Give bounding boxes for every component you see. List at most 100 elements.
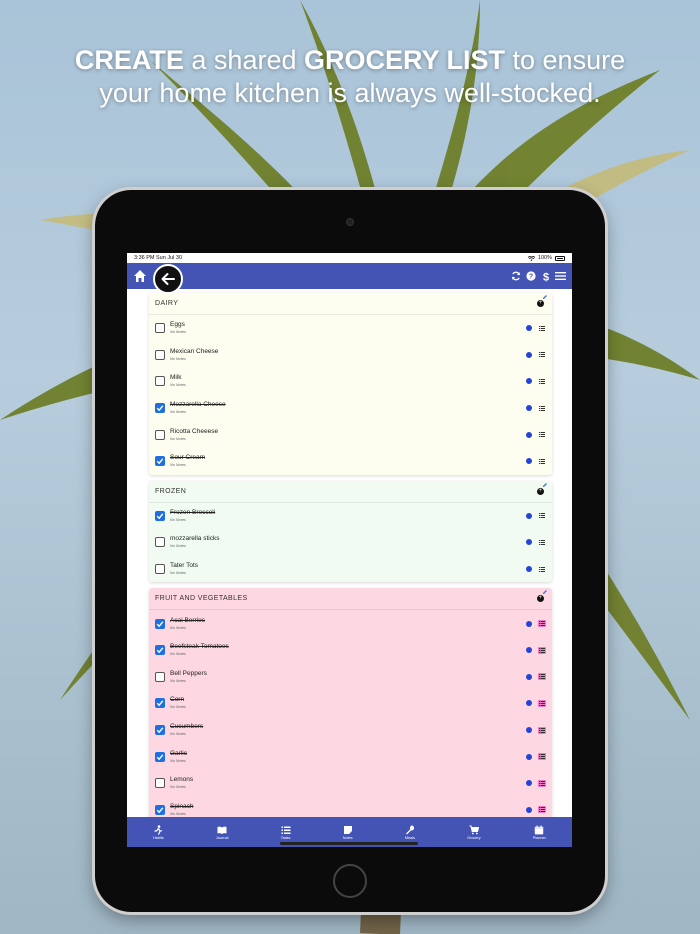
section-frozen: FROZEN + Frozen Broccoli No Notes mozzar…: [149, 480, 552, 583]
list-item[interactable]: Lemons No Notes: [149, 770, 552, 797]
list-item[interactable]: Bell Peppers No Notes: [149, 664, 552, 691]
tab-journal[interactable]: Journal: [216, 825, 228, 840]
item-checkbox[interactable]: [155, 403, 165, 414]
list-item[interactable]: Eggs No Notes: [149, 315, 552, 342]
item-menu-icon[interactable]: [538, 431, 546, 438]
item-checkbox[interactable]: [155, 751, 165, 762]
item-menu-icon[interactable]: [538, 673, 546, 681]
item-menu-icon[interactable]: [538, 378, 546, 385]
info-icon[interactable]: [526, 431, 532, 438]
info-icon[interactable]: [526, 806, 532, 813]
info-icon[interactable]: [526, 727, 532, 734]
tab-tasks[interactable]: Tasks: [281, 825, 291, 840]
item-menu-icon[interactable]: [538, 458, 546, 465]
top-nav-bar: ? $: [127, 263, 572, 294]
item-menu-icon[interactable]: [538, 351, 546, 358]
item-name: Beefsteak Tomatoes: [170, 643, 229, 651]
item-checkbox[interactable]: [155, 618, 165, 629]
item-checkbox[interactable]: [155, 349, 165, 360]
battery-icon: [555, 255, 565, 261]
home-icon[interactable]: [133, 269, 147, 283]
section-items: Eggs No Notes Mexican Cheese No Notes Mi…: [149, 315, 552, 475]
item-text: Mozzarella Cheese No Notes: [170, 401, 526, 415]
item-checkbox[interactable]: [155, 564, 165, 575]
list-item[interactable]: Garlic No Notes: [149, 743, 552, 770]
info-icon[interactable]: [526, 566, 532, 573]
list-item[interactable]: Cucumbers No Notes: [149, 717, 552, 744]
item-menu-icon[interactable]: [538, 325, 546, 332]
item-menu-icon[interactable]: [538, 620, 546, 628]
item-checkbox[interactable]: [155, 510, 165, 521]
book-icon: [217, 826, 227, 834]
item-menu-icon[interactable]: [538, 646, 546, 654]
headline-line-1: CREATE a shared GROCERY LIST to ensure: [0, 44, 700, 77]
check-icon: [156, 700, 164, 707]
edit-icon[interactable]: [542, 482, 548, 488]
item-menu-icon[interactable]: [538, 566, 546, 573]
item-checkbox[interactable]: [155, 323, 165, 334]
item-menu-icon[interactable]: [538, 779, 546, 787]
item-checkbox[interactable]: [155, 804, 165, 815]
item-checkbox[interactable]: [155, 725, 165, 736]
info-icon[interactable]: [526, 620, 532, 627]
back-arrow-icon: [161, 273, 175, 285]
list-item[interactable]: Beefsteak Tomatoes No Notes: [149, 637, 552, 664]
list-item[interactable]: Corn No Notes: [149, 690, 552, 717]
list-item[interactable]: Tater Tots No Notes: [149, 556, 552, 583]
info-icon[interactable]: [526, 405, 532, 412]
edit-icon[interactable]: [542, 589, 548, 595]
item-checkbox[interactable]: [155, 698, 165, 709]
tab-habits[interactable]: Habits: [153, 824, 164, 840]
list-item[interactable]: Mozzarella Cheese No Notes: [149, 395, 552, 422]
item-checkbox[interactable]: [155, 456, 165, 467]
info-icon[interactable]: [526, 753, 532, 760]
tab-grocery[interactable]: Grocery: [467, 824, 481, 840]
item-menu-icon[interactable]: [538, 806, 546, 814]
item-checkbox[interactable]: [155, 537, 165, 548]
info-icon[interactable]: [526, 325, 532, 332]
item-checkbox[interactable]: [155, 645, 165, 656]
list-item[interactable]: Milk No Notes: [149, 368, 552, 395]
info-icon[interactable]: [526, 673, 532, 680]
list-item[interactable]: Frozen Broccoli No Notes: [149, 503, 552, 530]
item-menu-icon[interactable]: [538, 405, 546, 412]
item-menu-icon[interactable]: [538, 753, 546, 761]
info-icon[interactable]: [526, 700, 532, 707]
tab-notes[interactable]: Notes: [343, 825, 353, 840]
info-icon[interactable]: [526, 351, 532, 358]
check-icon: [156, 807, 164, 814]
add-item-icon[interactable]: +: [537, 300, 544, 307]
info-icon[interactable]: [526, 647, 532, 654]
item-checkbox[interactable]: [155, 778, 165, 789]
list-item[interactable]: Ricotta Cheeese No Notes: [149, 421, 552, 448]
dollar-icon[interactable]: $: [540, 271, 551, 282]
info-icon[interactable]: [526, 512, 532, 519]
item-menu-icon[interactable]: [538, 699, 546, 707]
item-checkbox[interactable]: [155, 671, 165, 682]
help-icon[interactable]: ?: [525, 271, 536, 282]
list-item[interactable]: Sour Cream No Notes: [149, 448, 552, 475]
tab-meals[interactable]: Meals: [405, 825, 415, 840]
list-item[interactable]: Spinach No Notes: [149, 797, 552, 818]
add-item-icon[interactable]: +: [537, 595, 544, 603]
list-item[interactable]: Acai Berries No Notes: [149, 610, 552, 637]
sync-icon[interactable]: [510, 271, 521, 282]
item-checkbox[interactable]: [155, 429, 165, 440]
edit-icon[interactable]: [542, 294, 548, 300]
item-menu-icon[interactable]: [538, 539, 546, 546]
list-item[interactable]: mozzarella sticks No Notes: [149, 529, 552, 556]
check-icon: [156, 753, 164, 760]
tab-label: Meals: [404, 835, 415, 840]
info-icon[interactable]: [526, 458, 532, 465]
item-menu-icon[interactable]: [538, 512, 546, 519]
info-icon[interactable]: [526, 780, 532, 787]
section-header: DAIRY +: [149, 293, 552, 315]
add-item-icon[interactable]: +: [537, 487, 544, 495]
item-menu-icon[interactable]: [538, 726, 546, 734]
info-icon[interactable]: [526, 539, 532, 546]
tab-planner[interactable]: Planner: [533, 825, 546, 840]
hamburger-menu-icon[interactable]: [555, 271, 566, 282]
item-checkbox[interactable]: [155, 376, 165, 387]
list-item[interactable]: Mexican Cheese No Notes: [149, 342, 552, 369]
info-icon[interactable]: [526, 378, 532, 385]
